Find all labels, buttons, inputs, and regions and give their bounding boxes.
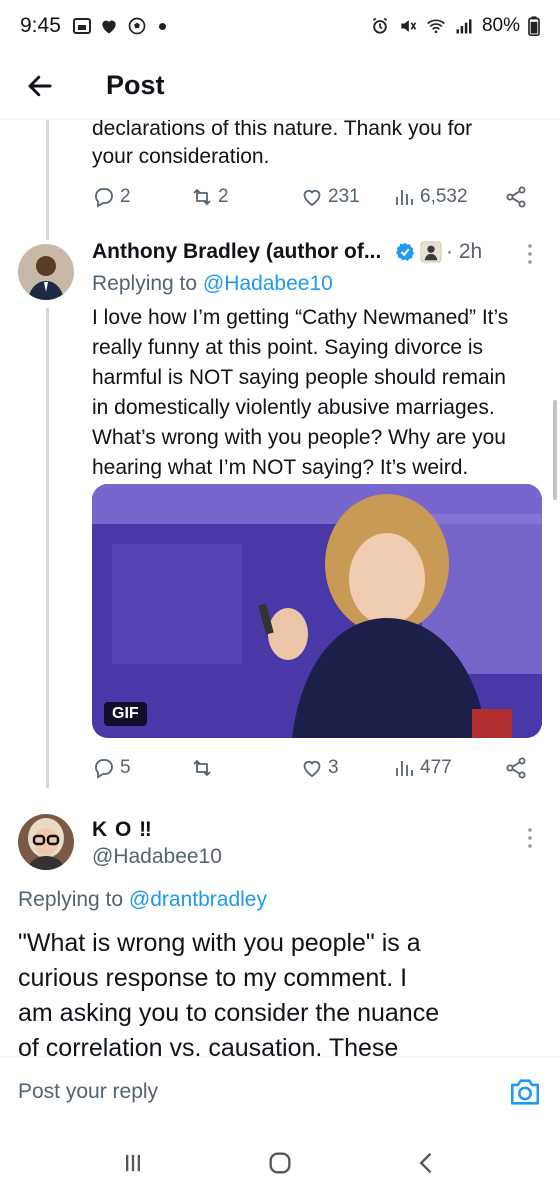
status-left-icons — [72, 16, 166, 36]
battery-icon — [528, 16, 540, 36]
like-button[interactable]: 3 — [300, 756, 392, 780]
repost-button[interactable]: 2 — [190, 185, 300, 209]
top-app-bar: Post — [0, 52, 560, 120]
bar-chart-icon — [396, 761, 413, 776]
arrow-left-icon[interactable] — [20, 66, 60, 106]
view-count: 6,532 — [420, 186, 468, 207]
author-handle[interactable]: @Hadabee10 — [92, 843, 222, 871]
status-bar: 9:45 80% — [0, 0, 560, 52]
gif-badge: GIF — [104, 702, 147, 726]
post-time: · 2h — [446, 240, 483, 263]
share-icon — [506, 186, 526, 208]
back-nav-icon[interactable] — [413, 1149, 441, 1177]
post-body-line: really funny at this point. Saying divor… — [92, 336, 484, 359]
heart-icon — [303, 189, 321, 207]
share-icon — [506, 757, 526, 779]
avatar-image — [18, 814, 74, 870]
heart-icon — [303, 760, 321, 778]
replying-to-link[interactable]: @drantbradley — [129, 888, 267, 911]
author-name[interactable]: K O ‼ — [92, 816, 153, 844]
reply-icon — [95, 188, 113, 208]
verified-badge-icon — [396, 242, 415, 261]
post-body: "What is wrong with you people" is a cur… — [18, 926, 548, 1056]
gif-media[interactable]: GIF — [92, 484, 542, 738]
reply-composer-bar: Post your reply — [0, 1056, 560, 1126]
post-body-line: curious response to my comment. I — [18, 964, 408, 992]
more-options-icon[interactable] — [526, 242, 534, 266]
reply-icon — [95, 759, 113, 779]
replying-to-line: Replying to @drantbradley — [18, 886, 267, 914]
reply-button[interactable]: 2 — [92, 185, 190, 209]
reply-count: 5 — [120, 757, 131, 778]
heart-icon — [102, 20, 116, 34]
post-body-line: harmful is NOT saying people should rema… — [92, 366, 506, 389]
avatar-image — [18, 244, 74, 300]
reply-button[interactable]: 5 — [92, 756, 190, 780]
more-options-icon[interactable] — [526, 826, 534, 850]
camera-icon[interactable] — [508, 1075, 542, 1109]
post-body-line: am asking you to consider the nuance — [18, 999, 440, 1027]
dot-icon — [158, 22, 166, 30]
prev-post-text-line: your consideration. — [92, 145, 270, 168]
avatar[interactable] — [18, 814, 74, 870]
replying-to-line: Replying to @Hadabee10 — [92, 270, 333, 298]
recent-apps-icon[interactable] — [119, 1149, 147, 1177]
like-count: 3 — [328, 757, 339, 778]
gallery-icon — [72, 18, 91, 34]
replying-label: Replying to — [92, 272, 198, 295]
repost-button[interactable] — [190, 756, 300, 780]
view-count: 477 — [420, 757, 452, 778]
views-button[interactable]: 477 — [392, 756, 504, 780]
alarm-icon — [372, 17, 388, 34]
post-body-line: hearing what I’m NOT saying? It’s weird. — [92, 456, 469, 479]
signal-icon — [456, 19, 472, 34]
prev-post-actions: 2 2 231 6,532 — [92, 181, 532, 213]
post-body-line: of correlation vs. causation. These — [18, 1034, 399, 1056]
avatar[interactable] — [18, 244, 74, 300]
share-button[interactable] — [504, 185, 528, 209]
replying-label: Replying to — [18, 888, 124, 911]
gif-frame — [92, 484, 542, 738]
home-icon[interactable] — [266, 1149, 294, 1177]
repost-icon — [193, 189, 211, 205]
thread-line — [46, 120, 49, 240]
author-name[interactable]: Anthony Bradley (author of... — [92, 238, 381, 266]
mute-icon — [401, 20, 417, 32]
post-body: I love how I’m getting “Cathy Newmaned” … — [92, 303, 542, 483]
reply-count: 2 — [120, 186, 131, 207]
wifi-icon — [427, 19, 445, 34]
post-body-line: in domestically violently abusive marria… — [92, 396, 495, 419]
post-body-line: What’s wrong with you people? Why are yo… — [92, 426, 506, 449]
post-body-line: I love how I’m getting “Cathy Newmaned” … — [92, 306, 509, 329]
views-button[interactable]: 6,532 — [392, 185, 504, 209]
replying-to-link[interactable]: @Hadabee10 — [203, 272, 333, 295]
page-title: Post — [106, 70, 165, 100]
soccer-ball-icon — [128, 17, 146, 35]
battery-percent: 80% — [481, 15, 520, 36]
thread-line — [46, 308, 49, 788]
status-right-icons: 80% — [370, 15, 540, 37]
repost-icon — [193, 760, 211, 776]
post-body-line: "What is wrong with you people" is a — [18, 929, 421, 957]
repost-count: 2 — [218, 186, 229, 207]
like-button[interactable]: 231 — [300, 185, 392, 209]
scrollbar[interactable] — [553, 400, 557, 500]
reply-input[interactable]: Post your reply — [18, 1080, 158, 1104]
affiliate-badge-icon — [420, 241, 442, 263]
system-nav-bar — [0, 1126, 560, 1200]
bar-chart-icon — [396, 190, 413, 205]
status-time: 9:45 — [20, 14, 61, 37]
like-count: 231 — [328, 186, 360, 207]
reply-post-actions: 5 3 477 — [92, 752, 532, 784]
share-button[interactable] — [504, 756, 528, 780]
